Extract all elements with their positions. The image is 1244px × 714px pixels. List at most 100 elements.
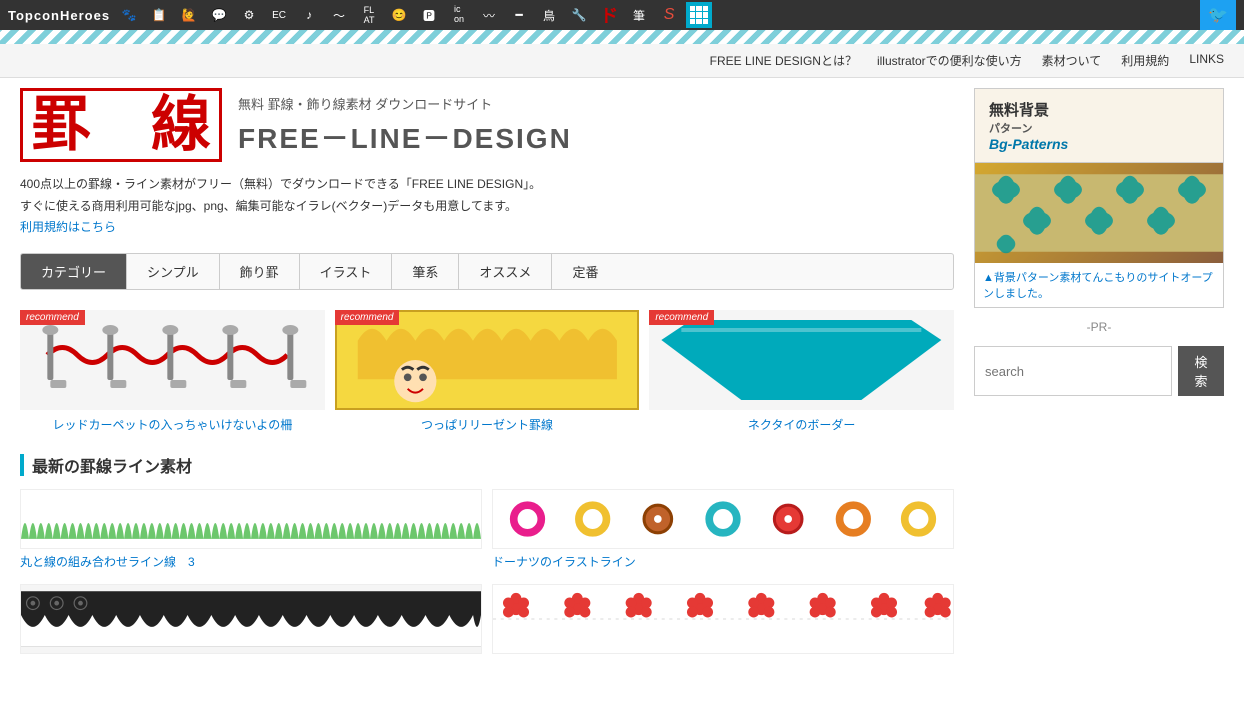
twitter-button[interactable]: 🐦 bbox=[1200, 0, 1236, 30]
red-carpet-svg bbox=[20, 310, 325, 410]
desc-line1: 400点以上の罫線・ライン素材がフリー（無料）でダウンロードできる「FREE L… bbox=[20, 174, 954, 196]
nav-icon-chat[interactable]: 💬 bbox=[206, 2, 232, 28]
damask-svg bbox=[975, 163, 1223, 263]
bottom-material-row bbox=[20, 584, 954, 658]
twitter-icon: 🐦 bbox=[1208, 5, 1228, 25]
search-area: 検索 bbox=[974, 346, 1224, 396]
top-nav: TopconHeroes 🐾 📋 🙋 💬 ⚙ EC ♪ 〜 FLAT 😊 🅿 i… bbox=[0, 0, 1244, 30]
nav-icon-clip[interactable]: 📋 bbox=[146, 2, 172, 28]
nav-icon-p[interactable]: 🅿 bbox=[416, 2, 442, 28]
material-card-flowers bbox=[492, 584, 954, 658]
subnav-materials[interactable]: 素材ついて bbox=[1042, 52, 1102, 69]
cat-item-illust[interactable]: イラスト bbox=[300, 254, 393, 289]
material-title-zigzag[interactable]: 丸と線の組み合わせライン線 3 bbox=[20, 553, 482, 570]
nav-icon-squiggle[interactable]: 〰 bbox=[476, 2, 502, 28]
logo-area: 罫 線 無料 罫線・飾り線素材 ダウンロードサイト FREE－LINE－DESI… bbox=[20, 88, 954, 162]
section-bar bbox=[20, 454, 24, 476]
section-title: 最新の罫線ライン素材 bbox=[32, 453, 192, 477]
material-card-donuts: ドーナツのイラストライン bbox=[492, 489, 954, 570]
nav-icon-paw[interactable]: 🐾 bbox=[116, 2, 142, 28]
nav-icon-person[interactable]: 🙋 bbox=[176, 2, 202, 28]
necktie-svg bbox=[649, 320, 954, 400]
ad-brand: Bg-Patterns bbox=[989, 136, 1209, 152]
nav-icon-ec[interactable]: EC bbox=[266, 2, 292, 28]
search-input[interactable] bbox=[974, 346, 1172, 396]
terms-link[interactable]: 利用規約はこちら bbox=[20, 220, 116, 234]
left-content: 罫 線 無料 罫線・飾り線素材 ダウンロードサイト FREE－LINE－DESI… bbox=[20, 88, 954, 672]
nav-icon-list: 🐾 📋 🙋 💬 ⚙ EC ♪ 〜 FLAT 😊 🅿 icon 〰 ━ 鳥 🔧 ド… bbox=[116, 2, 712, 28]
subnav-links[interactable]: LINKS bbox=[1189, 52, 1224, 69]
nav-icon-do[interactable]: ド bbox=[596, 2, 622, 28]
nav-icon-line[interactable]: ━ bbox=[506, 2, 532, 28]
logo-subtitle: 無料 罫線・飾り線素材 ダウンロードサイト bbox=[238, 94, 572, 113]
description-text: 400点以上の罫線・ライン素材がフリー（無料）でダウンロードできる「FREE L… bbox=[20, 174, 954, 239]
main-wrapper: 罫 線 無料 罫線・飾り線素材 ダウンロードサイト FREE－LINE－DESI… bbox=[0, 78, 1244, 682]
nav-icon-s[interactable]: S bbox=[656, 2, 682, 28]
material-image-donuts[interactable] bbox=[492, 489, 954, 549]
recommend-badge-1: recommend bbox=[20, 310, 85, 325]
card-title-1[interactable]: レッドカーペットの入っちゃいけないよの柵 bbox=[20, 416, 325, 433]
featured-grid: recommend bbox=[20, 310, 954, 433]
flowers-svg bbox=[493, 584, 953, 654]
new-section-header: 最新の罫線ライン素材 bbox=[20, 453, 954, 477]
featured-card-3: recommend ネクタイのボーダー bbox=[649, 310, 954, 433]
category-nav: カテゴリー シンプル 飾り罫 イラスト 筆系 オススメ 定番 bbox=[20, 253, 954, 290]
ad-header-title: 無料背景 bbox=[989, 99, 1209, 120]
card-image-2[interactable] bbox=[335, 310, 640, 410]
material-image-zigzag[interactable] bbox=[20, 489, 482, 549]
cat-item-all[interactable]: カテゴリー bbox=[21, 254, 127, 289]
ad-header-subtitle: パターン bbox=[989, 120, 1209, 136]
right-sidebar: 無料背景 パターン Bg-Patterns bbox=[974, 88, 1224, 672]
featured-card-1: recommend bbox=[20, 310, 325, 433]
nav-icon-smile[interactable]: 😊 bbox=[386, 2, 412, 28]
new-material-row: 丸と線の組み合わせライン線 3 bbox=[20, 489, 954, 570]
zigzag-svg bbox=[21, 494, 481, 544]
cat-item-kazari[interactable]: 飾り罫 bbox=[220, 254, 300, 289]
pr-label: -PR- bbox=[974, 320, 1224, 334]
nav-icon-wave[interactable]: 〜 bbox=[326, 2, 352, 28]
material-image-flowers[interactable] bbox=[492, 584, 954, 654]
recommend-badge-3: recommend bbox=[649, 310, 714, 325]
regent-svg bbox=[337, 312, 638, 408]
cat-item-fude[interactable]: 筆系 bbox=[392, 254, 459, 289]
donut-row-svg bbox=[493, 494, 953, 544]
card-image-3[interactable] bbox=[649, 310, 954, 410]
brand-logo[interactable]: TopconHeroes bbox=[8, 8, 110, 23]
subnav-terms[interactable]: 利用規約 bbox=[1121, 52, 1169, 69]
grid-icon bbox=[690, 6, 708, 24]
nav-icon-fl[interactable]: FLAT bbox=[356, 2, 382, 28]
card-title-2[interactable]: つっぱリリーゼント罫線 bbox=[335, 416, 640, 433]
nav-icon-music[interactable]: ♪ bbox=[296, 2, 322, 28]
material-image-lace[interactable] bbox=[20, 584, 482, 654]
bg-pattern-ad: 無料背景 パターン Bg-Patterns bbox=[974, 88, 1224, 308]
stripe-banner bbox=[0, 30, 1244, 44]
material-title-donuts[interactable]: ドーナツのイラストライン bbox=[492, 553, 954, 570]
featured-card-2: recommend つ bbox=[335, 310, 640, 433]
cat-item-osusu[interactable]: オススメ bbox=[459, 254, 552, 289]
logo-main-title: FREE－LINE－DESIGN bbox=[238, 117, 572, 157]
lace-svg bbox=[21, 584, 481, 654]
desc-line2: すぐに使える商用利用可能なjpg、png、編集可能なイラレ(ベクター)データも用… bbox=[20, 196, 954, 218]
ad-caption[interactable]: ▲背景パターン素材てんこもりのサイトオープンしました。 bbox=[975, 263, 1223, 307]
subnav-illustrator[interactable]: illustratorでの便利な使い方 bbox=[877, 52, 1022, 69]
nav-icon-brush[interactable]: 筆 bbox=[626, 2, 652, 28]
material-card-zigzag: 丸と線の組み合わせライン線 3 bbox=[20, 489, 482, 570]
nav-icon-icon[interactable]: icon bbox=[446, 2, 472, 28]
logo-kanji: 罫 線 bbox=[20, 88, 222, 162]
ad-header: 無料背景 パターン Bg-Patterns bbox=[975, 89, 1223, 163]
nav-icon-bird[interactable]: 鳥 bbox=[536, 2, 562, 28]
card-title-3[interactable]: ネクタイのボーダー bbox=[649, 416, 954, 433]
nav-icon-gear[interactable]: ⚙ bbox=[236, 2, 262, 28]
subnav-about[interactable]: FREE LINE DESIGNとは？ bbox=[710, 52, 857, 69]
material-card-lace bbox=[20, 584, 482, 658]
card-image-1[interactable] bbox=[20, 310, 325, 410]
nav-icon-wrench[interactable]: 🔧 bbox=[566, 2, 592, 28]
sub-nav: FREE LINE DESIGNとは？ illustratorでの便利な使い方 … bbox=[0, 44, 1244, 78]
ad-image-area[interactable] bbox=[975, 163, 1223, 263]
search-button[interactable]: 検索 bbox=[1178, 346, 1224, 396]
recommend-badge-2: recommend bbox=[335, 310, 400, 325]
cat-item-teiban[interactable]: 定番 bbox=[552, 254, 618, 289]
cat-item-simple[interactable]: シンプル bbox=[127, 254, 220, 289]
nav-icon-grid[interactable] bbox=[686, 2, 712, 28]
logo-text: 無料 罫線・飾り線素材 ダウンロードサイト FREE－LINE－DESIGN bbox=[238, 94, 572, 157]
